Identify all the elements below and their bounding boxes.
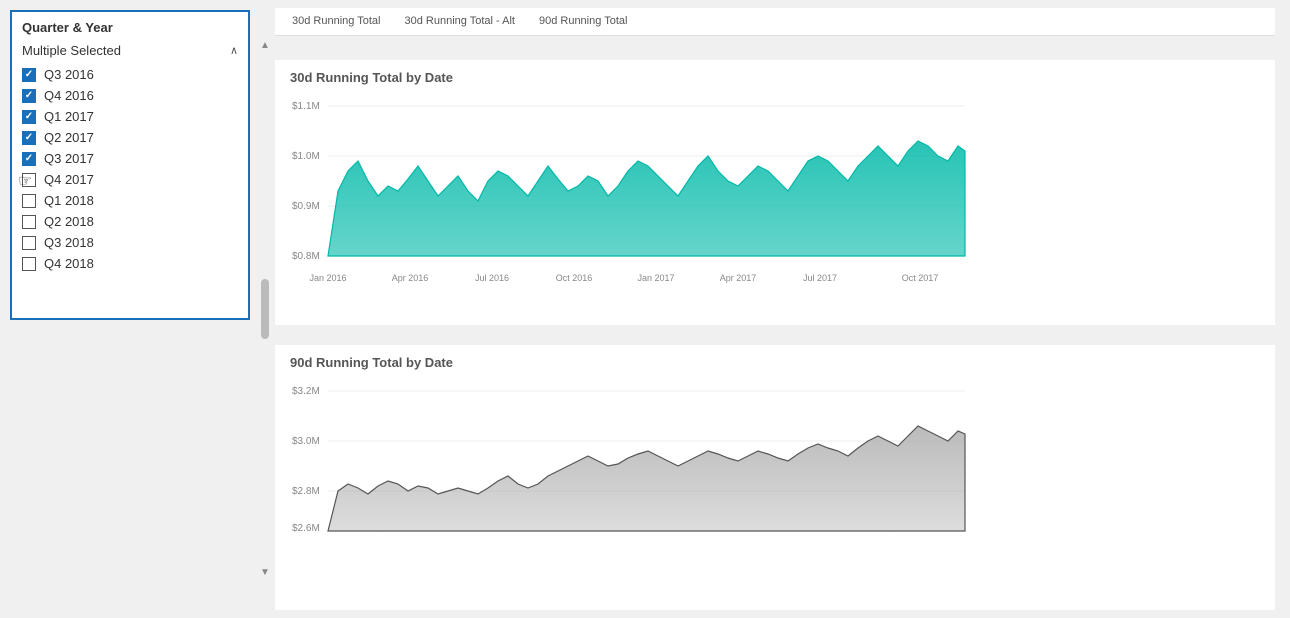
- filter-checkbox[interactable]: [22, 89, 36, 103]
- chart2-svg: $3.2M $3.0M $2.8M $2.6M: [290, 376, 970, 566]
- filter-item[interactable]: Q4 2018: [12, 253, 248, 274]
- svg-text:$1.0M: $1.0M: [292, 151, 320, 162]
- tab-item[interactable]: 30d Running Total: [280, 11, 392, 33]
- chart2-block: 90d Running Total by Date $3.2M $3.0M $2…: [275, 345, 1275, 610]
- filter-checkbox[interactable]: [22, 68, 36, 82]
- filter-item-label: Q2 2017: [44, 130, 94, 145]
- filter-title: Quarter & Year: [12, 20, 248, 41]
- filter-box: Quarter & Year Multiple Selected ∧ Q3 20…: [10, 10, 250, 320]
- filter-checkbox[interactable]: [22, 194, 36, 208]
- filter-item-label: Q1 2018: [44, 193, 94, 208]
- charts-section: 30d Running Total30d Running Total - Alt…: [270, 0, 1290, 618]
- chart2-area: $3.2M $3.0M $2.8M $2.6M: [290, 376, 1260, 566]
- svg-text:Apr 2017: Apr 2017: [720, 273, 757, 283]
- svg-text:Jul 2016: Jul 2016: [475, 273, 509, 283]
- filter-checkbox[interactable]: [22, 257, 36, 271]
- svg-text:Jul 2017: Jul 2017: [803, 273, 837, 283]
- filter-item[interactable]: Q3 2018: [12, 232, 248, 253]
- svg-text:$3.2M: $3.2M: [292, 386, 320, 397]
- filter-list: Q3 2016 Q4 2016 Q1 2017 Q2 2017 Q3 2017 Q4 20…: [12, 64, 248, 274]
- filter-item-label: Q4 2018: [44, 256, 94, 271]
- scroll-handle[interactable]: [261, 279, 269, 339]
- filter-item-label: Q3 2017: [44, 151, 94, 166]
- svg-text:Oct 2017: Oct 2017: [902, 273, 939, 283]
- filter-checkbox[interactable]: [22, 173, 36, 187]
- left-panel: Quarter & Year Multiple Selected ∧ Q3 20…: [0, 0, 260, 618]
- svg-text:Jan 2017: Jan 2017: [637, 273, 674, 283]
- filter-item[interactable]: Q2 2017: [12, 127, 248, 148]
- filter-header: Multiple Selected ∧: [12, 41, 248, 64]
- scroll-up-icon[interactable]: ▲: [260, 40, 270, 51]
- filter-checkbox[interactable]: [22, 236, 36, 250]
- filter-item-label: Q4 2017: [44, 172, 94, 187]
- filter-item[interactable]: Q4 2016: [12, 85, 248, 106]
- filter-item[interactable]: Q3 2017: [12, 148, 248, 169]
- svg-text:$2.6M: $2.6M: [292, 523, 320, 534]
- chart1-area: $1.1M $1.0M $0.9M $0.8M: [290, 91, 1260, 291]
- chart1-svg: $1.1M $1.0M $0.9M $0.8M: [290, 91, 970, 291]
- svg-text:Apr 2016: Apr 2016: [392, 273, 429, 283]
- filter-item[interactable]: Q3 2016: [12, 64, 248, 85]
- filter-item[interactable]: Q2 2018: [12, 211, 248, 232]
- filter-checkbox[interactable]: [22, 110, 36, 124]
- filter-multiple-selected: Multiple Selected: [22, 43, 121, 58]
- tab-item[interactable]: 30d Running Total - Alt: [392, 11, 526, 33]
- svg-text:$0.8M: $0.8M: [292, 251, 320, 262]
- scroll-down-icon[interactable]: ▼: [260, 567, 270, 578]
- chart1-block: 30d Running Total by Date $1.1M $1.0M $0…: [275, 60, 1275, 325]
- filter-checkbox[interactable]: [22, 131, 36, 145]
- filter-item[interactable]: Q1 2017: [12, 106, 248, 127]
- middle-divider: ▲ ▼: [260, 0, 270, 618]
- filter-checkbox[interactable]: [22, 215, 36, 229]
- chevron-up-icon[interactable]: ∧: [230, 44, 238, 57]
- filter-item[interactable]: Q1 2018: [12, 190, 248, 211]
- filter-item-label: Q3 2018: [44, 235, 94, 250]
- filter-checkbox[interactable]: [22, 152, 36, 166]
- tabs-bar: 30d Running Total30d Running Total - Alt…: [275, 8, 1275, 36]
- chart2-title: 90d Running Total by Date: [290, 355, 1260, 370]
- tab-item[interactable]: 90d Running Total: [527, 11, 639, 33]
- svg-text:$2.8M: $2.8M: [292, 486, 320, 497]
- svg-text:$1.1M: $1.1M: [292, 101, 320, 112]
- filter-item-label: Q4 2016: [44, 88, 94, 103]
- filter-item-label: Q2 2018: [44, 214, 94, 229]
- main-layout: Quarter & Year Multiple Selected ∧ Q3 20…: [0, 0, 1290, 618]
- chart1-title: 30d Running Total by Date: [290, 70, 1260, 85]
- svg-text:$3.0M: $3.0M: [292, 436, 320, 447]
- svg-text:$0.9M: $0.9M: [292, 201, 320, 212]
- filter-item-label: Q1 2017: [44, 109, 94, 124]
- svg-text:Jan 2016: Jan 2016: [309, 273, 346, 283]
- filter-item[interactable]: Q4 2017☞: [12, 169, 248, 190]
- svg-text:Oct 2016: Oct 2016: [556, 273, 593, 283]
- filter-item-label: Q3 2016: [44, 67, 94, 82]
